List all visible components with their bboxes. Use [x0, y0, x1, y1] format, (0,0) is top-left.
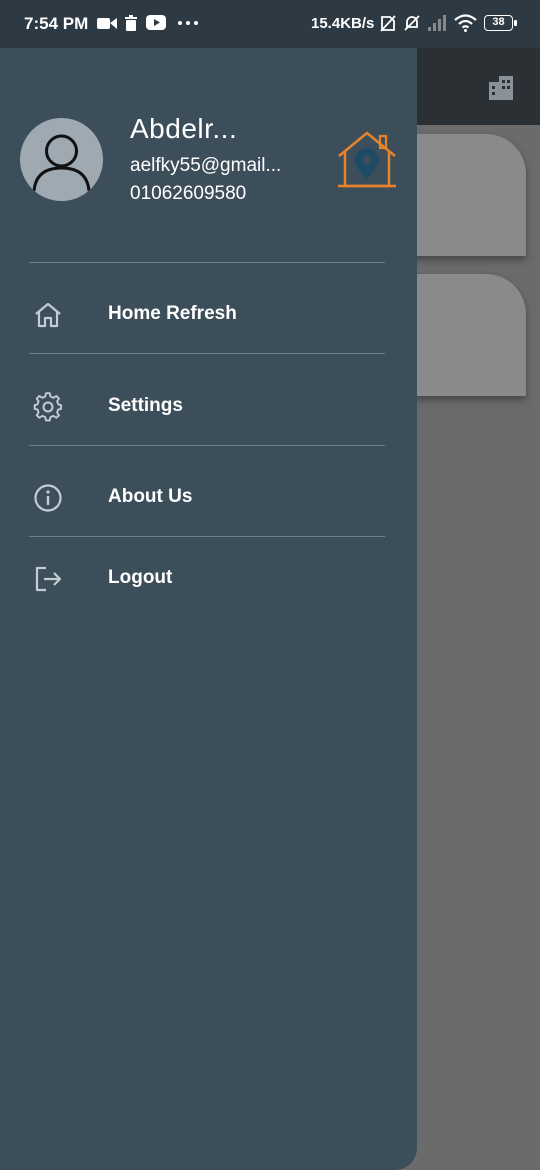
menu-item-logout[interactable]: Logout	[0, 548, 417, 608]
wifi-icon	[454, 14, 477, 32]
status-time: 7:54 PM	[24, 14, 89, 33]
signal-icon	[428, 15, 446, 31]
person-icon	[32, 134, 91, 192]
network-speed: 15.4KB/s	[311, 15, 375, 32]
navigation-drawer: Abdelr... aelfky55@gmail... 01062609580 …	[0, 0, 417, 1170]
house-location-logo	[338, 131, 396, 188]
building-icon	[489, 76, 513, 100]
menu-label-about-us: About Us	[108, 486, 193, 507]
user-email: aelfky55@gmail...	[130, 155, 282, 176]
divider	[29, 353, 385, 354]
home-icon	[35, 302, 61, 328]
battery-icon: 38	[484, 15, 513, 31]
divider	[29, 262, 385, 263]
gear-icon	[33, 392, 62, 422]
user-phone: 01062609580	[130, 183, 247, 204]
youtube-icon	[146, 15, 166, 30]
menu-label-home-refresh: Home Refresh	[108, 303, 237, 324]
menu-label-logout: Logout	[108, 567, 173, 588]
info-icon	[34, 484, 62, 512]
user-name: Abdelr...	[130, 113, 238, 144]
bell-off-icon	[404, 15, 420, 31]
logout-icon	[35, 566, 62, 592]
battery-tip	[514, 20, 517, 26]
avatar[interactable]	[20, 118, 103, 201]
status-bar: 7:54 PM 15.4KB/s 38	[0, 0, 540, 48]
menu-label-settings: Settings	[108, 395, 183, 416]
menu-item-about-us[interactable]: About Us	[0, 467, 417, 527]
more-dots-icon	[178, 21, 198, 25]
trash-icon	[125, 15, 137, 31]
video-camera-icon	[97, 18, 117, 29]
divider	[29, 536, 385, 537]
menu-item-settings[interactable]: Settings	[0, 376, 417, 436]
divider	[29, 445, 385, 446]
no-sim-icon	[380, 15, 396, 32]
menu-item-home-refresh[interactable]: Home Refresh	[0, 284, 417, 344]
